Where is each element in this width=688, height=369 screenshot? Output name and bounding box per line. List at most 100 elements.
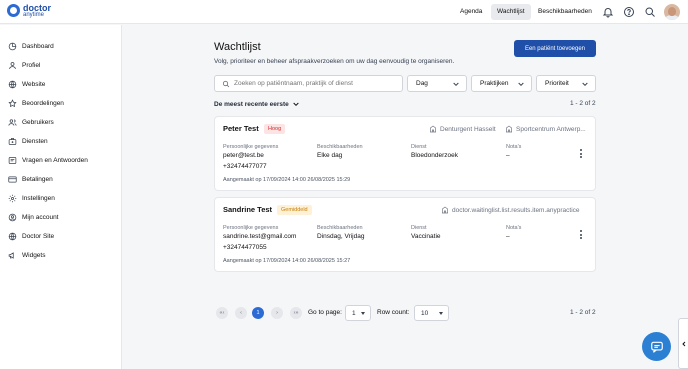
sidebar-item-label: Vragen en Antwoorden xyxy=(22,156,88,164)
practice-location: Sportcentrum Antwerp... xyxy=(505,125,586,133)
notes-value: – xyxy=(506,152,510,159)
sidebar-item-diensten[interactable]: Diensten xyxy=(8,135,48,147)
qa-icon xyxy=(8,156,17,164)
sidebar-item-vragen[interactable]: Vragen en Antwoorden xyxy=(8,154,88,166)
sidebar-item-label: Widgets xyxy=(22,251,46,259)
gear-icon xyxy=(8,194,17,202)
sidebar-item-label: Beoordelingen xyxy=(22,99,64,107)
logo-mark-icon xyxy=(7,4,20,17)
sort-dropdown[interactable]: De meest recente eerste xyxy=(214,100,300,108)
priority-badge: Gemiddeld xyxy=(277,205,312,215)
goto-page-select[interactable]: 1 xyxy=(345,305,371,321)
chevron-down-icon xyxy=(518,82,524,87)
page-title: Wachtlijst xyxy=(214,41,261,53)
location-label: Denturgent Hasselt xyxy=(440,125,496,133)
next-page-button[interactable]: › xyxy=(271,307,283,319)
main-content: Wachtlijst Volg, prioriteer en beheer af… xyxy=(122,25,688,369)
notes-label: Nota's xyxy=(506,225,522,231)
priority-dropdown[interactable]: Prioriteit xyxy=(536,75,596,92)
chat-icon xyxy=(650,341,663,353)
sidebar-item-website[interactable]: Website xyxy=(8,78,45,90)
account-icon xyxy=(8,213,17,221)
sidebar-item-label: Profiel xyxy=(22,61,41,69)
search-icon[interactable] xyxy=(644,6,656,18)
row-count-label: Row count: xyxy=(377,309,410,316)
sidebar-item-gebruikers[interactable]: Gebruikers xyxy=(8,116,54,128)
building-icon xyxy=(430,125,436,133)
availability-value: Dinsdag, Vrijdag xyxy=(317,233,365,240)
nav-beschikbaarheden[interactable]: Beschikbaarheden xyxy=(532,4,598,20)
patient-email: peter@test.be xyxy=(223,152,264,159)
add-patient-button[interactable]: Een patiënt toevoegen xyxy=(514,40,596,57)
chevron-left-icon xyxy=(682,341,686,347)
megaphone-icon xyxy=(8,251,14,259)
waitlist-card[interactable]: Sandrine Test Gemiddeld doctor.waitingli… xyxy=(214,197,596,272)
day-dropdown[interactable]: Dag xyxy=(407,75,467,92)
nav-agenda[interactable]: Agenda xyxy=(454,4,488,20)
help-icon[interactable] xyxy=(623,6,635,18)
sidebar-item-widgets[interactable]: Widgets xyxy=(8,249,45,261)
service-value: Bloedonderzoek xyxy=(411,152,458,159)
row-count-select[interactable]: 10 xyxy=(414,305,449,321)
practice-location: Denturgent Hasselt xyxy=(429,125,496,133)
sidebar-item-instellingen[interactable]: Instellingen xyxy=(8,192,55,204)
sidebar-item-label: Betalingen xyxy=(22,175,53,183)
sidebar-item-label: Instellingen xyxy=(22,194,55,202)
sidebar-item-label: Dashboard xyxy=(22,42,54,50)
personal-label: Persoonlijke gegevens xyxy=(223,144,279,150)
chat-button[interactable] xyxy=(642,332,671,361)
sidebar-item-dashboard[interactable]: Dashboard xyxy=(8,40,54,52)
service-label: Dienst xyxy=(411,144,427,150)
patient-name: Peter Test xyxy=(223,124,259,133)
created-date: Aangemaakt op 17/09/2024 14:00 26/08/202… xyxy=(223,258,351,264)
first-page-button[interactable]: «‹ xyxy=(216,307,228,319)
sidebar-item-profiel[interactable]: Profiel xyxy=(8,59,40,71)
caret-down-icon xyxy=(361,312,365,315)
chevron-down-icon xyxy=(453,82,459,87)
chevron-down-icon xyxy=(293,102,299,107)
service-value: Vaccinatie xyxy=(411,233,441,240)
location-label: doctor.waitinglist.list.results.item.any… xyxy=(452,206,580,214)
patient-phone: +32474477077 xyxy=(223,163,267,170)
patient-phone: +32474477055 xyxy=(223,244,267,251)
sidebar-item-label: Website xyxy=(22,80,46,88)
last-page-button[interactable]: ›» xyxy=(290,307,302,319)
search-input[interactable] xyxy=(234,80,394,87)
chevron-down-icon xyxy=(582,82,588,87)
sidebar-item-label: Doctor Site xyxy=(22,232,55,240)
page-1-button[interactable]: 1 xyxy=(252,307,264,319)
sidebar-item-beoordelingen[interactable]: Beoordelingen xyxy=(8,97,64,109)
user-avatar[interactable] xyxy=(664,4,680,20)
globe-icon xyxy=(8,80,17,88)
prev-page-button[interactable]: ‹ xyxy=(235,307,247,319)
more-options-icon[interactable] xyxy=(580,149,583,160)
nav-wachtlijst[interactable]: Wachtlijst xyxy=(491,4,531,20)
globe-icon xyxy=(8,232,17,240)
search-field[interactable] xyxy=(214,75,403,92)
practices-dropdown-label: Praktijken xyxy=(480,80,509,87)
practices-dropdown[interactable]: Praktijken xyxy=(471,75,532,92)
user-icon xyxy=(9,61,16,69)
sidebar-item-doctor-site[interactable]: Doctor Site xyxy=(8,230,54,242)
location-label: Sportcentrum Antwerp... xyxy=(516,125,586,133)
availability-value: Elke dag xyxy=(317,152,343,159)
brand-logo[interactable]: doctor anytime xyxy=(7,3,67,20)
sidebar-item-mijn-account[interactable]: Mijn account xyxy=(8,211,59,223)
top-bar: doctor anytime Agenda Wachtlijst Beschik… xyxy=(0,0,688,24)
priority-dropdown-label: Prioriteit xyxy=(545,80,569,87)
sidebar-item-label: Diensten xyxy=(22,137,48,145)
service-label: Dienst xyxy=(411,225,427,231)
created-date: Aangemaakt op 17/09/2024 14:00 26/08/202… xyxy=(223,177,351,183)
sidebar-item-label: Mijn account xyxy=(22,213,59,221)
sort-label: De meest recente eerste xyxy=(214,100,289,108)
side-panel-toggle[interactable] xyxy=(678,318,688,369)
sidebar-item-betalingen[interactable]: Betalingen xyxy=(8,173,53,185)
brand-tagline: anytime xyxy=(23,12,45,18)
bell-icon[interactable] xyxy=(602,6,614,18)
waitlist-card[interactable]: Peter Test Hoog Denturgent Hasselt Sport… xyxy=(214,116,596,191)
more-options-icon[interactable] xyxy=(580,230,583,241)
patient-name: Sandrine Test xyxy=(223,205,273,214)
availability-label: Beschikbaarheden xyxy=(317,144,363,150)
notes-value: – xyxy=(506,233,510,240)
priority-badge: Hoog xyxy=(264,124,286,134)
